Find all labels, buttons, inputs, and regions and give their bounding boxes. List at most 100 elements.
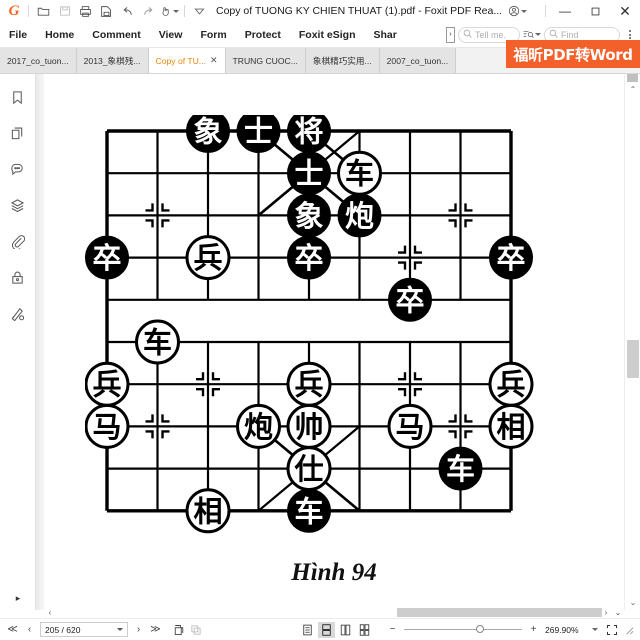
scroll-track-top[interactable]	[627, 74, 638, 82]
chess-piece-卒[interactable]: 卒	[489, 235, 533, 280]
chess-piece-兵[interactable]: 兵	[185, 235, 231, 281]
chevron-down-icon[interactable]	[521, 9, 528, 13]
scroll-up-button[interactable]: ⌃	[625, 82, 640, 97]
minimize-button[interactable]: —	[550, 0, 580, 22]
close-icon[interactable]: ✕	[210, 55, 218, 66]
tab-share[interactable]: Shar	[364, 22, 396, 48]
chess-piece-相[interactable]: 相	[488, 403, 534, 449]
last-page-button[interactable]: ≫	[147, 621, 164, 638]
layers-icon[interactable]	[7, 194, 29, 216]
chess-piece-士[interactable]: 士	[287, 151, 331, 196]
tab-home[interactable]: Home	[36, 22, 83, 48]
redo-icon[interactable]	[138, 1, 159, 21]
horizontal-scroll-thumb[interactable]	[397, 607, 602, 617]
doc-tab-0[interactable]: 2017_co_tuon...	[0, 48, 77, 73]
first-page-button[interactable]: ≪	[4, 621, 21, 638]
previous-page-button[interactable]: ‹	[21, 621, 38, 638]
open-file-icon[interactable]	[33, 1, 54, 21]
tab-file[interactable]: File	[0, 22, 36, 48]
copy-icon[interactable]	[187, 621, 204, 638]
chess-piece-卒[interactable]: 卒	[85, 235, 129, 280]
chess-piece-炮[interactable]: 炮	[236, 403, 281, 449]
hand-tool-icon[interactable]	[159, 1, 180, 21]
chess-piece-兵[interactable]: 兵	[84, 361, 130, 407]
chess-piece-卒[interactable]: 卒	[388, 277, 432, 322]
close-button[interactable]: ✕	[610, 0, 640, 22]
chess-piece-车[interactable]: 车	[337, 150, 382, 196]
page-thumbnails-icon[interactable]	[7, 122, 29, 144]
save-icon[interactable]	[54, 1, 75, 21]
xiangqi-board-svg: 象士将士 车象 炮卒兵卒卒卒车兵兵兵马炮帅马相仕 车相车	[84, 109, 534, 534]
tab-protect[interactable]: Protect	[236, 22, 290, 48]
comments-icon[interactable]	[7, 158, 29, 180]
chess-piece-卒[interactable]: 卒	[287, 235, 331, 280]
customize-toolbar-icon[interactable]	[189, 1, 210, 21]
chevron-down-icon[interactable]	[592, 628, 598, 631]
page-number-input[interactable]: 205 / 620	[40, 622, 128, 637]
tab-foxit-esign[interactable]: Foxit eSign	[290, 22, 365, 48]
scroll-down-button[interactable]: ⌄	[625, 595, 640, 610]
facing-continuous-view-button[interactable]	[356, 622, 373, 638]
doc-tab-3[interactable]: TRUNG CUOC...	[225, 48, 306, 73]
tab-comment[interactable]: Comment	[83, 22, 149, 48]
chess-piece-炮[interactable]: 炮	[337, 193, 382, 238]
more-options-icon[interactable]	[623, 30, 637, 39]
account-icon[interactable]	[507, 1, 528, 21]
chevron-down-icon[interactable]	[535, 33, 541, 36]
scroll-down-corner-button[interactable]: ⌄	[612, 608, 624, 617]
attachments-icon[interactable]	[7, 230, 29, 252]
zoom-control[interactable]: − + 269.90%	[384, 621, 598, 638]
fullscreen-icon[interactable]	[603, 621, 620, 638]
chess-piece-仕[interactable]: 仕	[286, 446, 332, 492]
expand-panel-button[interactable]: ▸	[0, 593, 36, 604]
scroll-right-button[interactable]: ›	[600, 608, 612, 617]
ribbon-scroll-right-button[interactable]: ›	[446, 26, 455, 43]
signature-icon[interactable]	[7, 302, 29, 324]
chess-piece-帅[interactable]: 帅	[286, 403, 332, 449]
zoom-slider-knob[interactable]	[476, 625, 484, 633]
bookmark-icon[interactable]	[7, 86, 29, 108]
zoom-in-button[interactable]: +	[525, 621, 542, 638]
document-viewport[interactable]: 象士将士车象炮卒兵卒卒卒车兵兵兵马炮帅马相仕车相车 Hình 94	[44, 74, 624, 610]
vertical-scroll-thumb[interactable]	[627, 340, 639, 378]
zoom-level-value: 269.90%	[545, 624, 579, 635]
next-page-button[interactable]: ›	[130, 621, 147, 638]
doc-tab-2-active[interactable]: Copy of TU... ✕	[148, 48, 226, 73]
print-icon[interactable]	[75, 1, 96, 21]
security-icon[interactable]	[7, 266, 29, 288]
facing-view-button[interactable]	[337, 622, 354, 638]
zoom-out-button[interactable]: −	[384, 621, 401, 638]
scroll-left-button[interactable]: ‹	[44, 608, 56, 617]
snapshot-icon[interactable]	[170, 621, 187, 638]
horizontal-scrollbar[interactable]: ‹ › ⌄	[44, 606, 624, 618]
doc-tab-label: 2017_co_tuon...	[7, 55, 69, 66]
chevron-down-icon[interactable]	[117, 628, 123, 631]
tab-form[interactable]: Form	[191, 22, 235, 48]
doc-tab-1[interactable]: 2013_象棋残...	[76, 48, 149, 73]
tab-view[interactable]: View	[150, 22, 192, 48]
chess-piece-相[interactable]: 相	[185, 488, 231, 534]
chess-piece-象[interactable]: 象	[287, 193, 331, 238]
svg-text:士: 士	[294, 157, 323, 191]
chess-piece-车[interactable]: 车	[287, 488, 331, 533]
chess-piece-马[interactable]: 马	[84, 403, 130, 449]
chess-piece-象[interactable]: 象	[186, 109, 230, 153]
maximize-button[interactable]	[580, 0, 610, 22]
chess-piece-兵[interactable]: 兵	[286, 361, 332, 407]
resize-grip-icon[interactable]	[620, 621, 637, 638]
vertical-scrollbar[interactable]: ⌃ ⌄	[624, 74, 640, 610]
chess-piece-车[interactable]: 车	[135, 319, 180, 365]
doc-tab-4[interactable]: 象棋精巧实用...	[305, 48, 380, 73]
continuous-view-button[interactable]	[318, 621, 335, 638]
chess-piece-将[interactable]: 将	[287, 109, 331, 153]
undo-icon[interactable]	[117, 1, 138, 21]
email-icon[interactable]	[96, 1, 117, 21]
single-page-view-button[interactable]	[299, 622, 316, 638]
doc-tab-5[interactable]: 2007_co_tuon...	[379, 48, 457, 73]
chess-piece-马[interactable]: 马	[387, 403, 433, 449]
zoom-slider[interactable]	[404, 625, 522, 633]
chess-piece-士[interactable]: 士	[236, 109, 281, 153]
chevron-down-icon[interactable]	[173, 9, 179, 13]
chess-piece-车[interactable]: 车	[438, 446, 483, 491]
chess-piece-兵[interactable]: 兵	[488, 361, 534, 407]
